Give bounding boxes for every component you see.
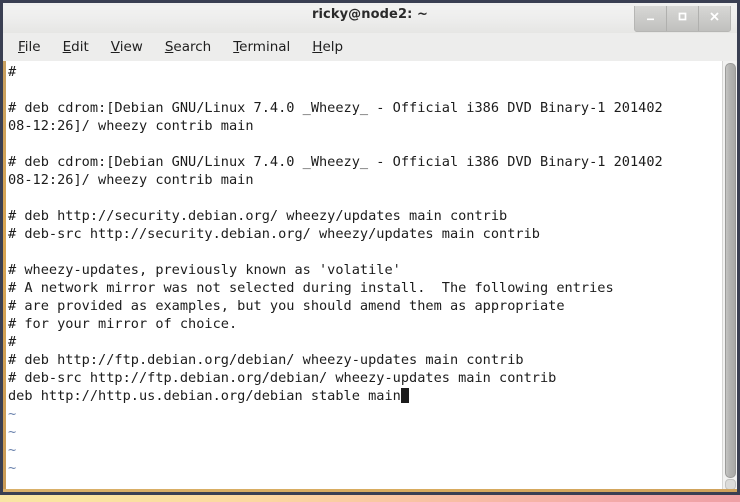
menu-item-help[interactable]: Help	[304, 37, 352, 57]
menu-label: dit	[71, 39, 89, 55]
close-button[interactable]	[699, 2, 730, 31]
terminal-line: # wheezy-updates, previously known as 'v…	[8, 262, 401, 278]
terminal-area: # # deb cdrom:[Debian GNU/Linux 7.4.0 _Wh…	[0, 61, 740, 495]
menu-bar: File Edit View Search Terminal Help	[0, 33, 740, 61]
menu-label: elp	[322, 39, 344, 55]
terminal-line: #	[8, 64, 17, 80]
maximize-icon	[678, 12, 687, 21]
terminal-line: # deb-src http://security.debian.org/ wh…	[8, 226, 540, 242]
terminal-line: # deb http://ftp.debian.org/debian/ whee…	[8, 352, 524, 368]
terminal-line: # deb-src http://ftp.debian.org/debian/ …	[8, 370, 557, 386]
terminal-line: 08-12:26]/ wheezy contrib main	[8, 172, 254, 188]
menu-mnemonic: E	[62, 39, 72, 55]
editor-empty-line-marker: ~	[8, 406, 17, 422]
terminal-left-edge	[3, 61, 6, 492]
menu-item-terminal[interactable]: Terminal	[225, 37, 299, 57]
terminal-line: # deb cdrom:[Debian GNU/Linux 7.4.0 _Whe…	[8, 154, 663, 170]
menu-mnemonic: V	[110, 39, 120, 55]
menu-item-search[interactable]: Search	[157, 37, 220, 57]
menu-label: iew	[119, 39, 143, 55]
terminal-screen[interactable]: # # deb cdrom:[Debian GNU/Linux 7.4.0 _Wh…	[3, 61, 722, 492]
terminal-line: # A network mirror was not selected duri…	[8, 280, 614, 296]
text-cursor	[400, 388, 409, 403]
minimize-button[interactable]	[635, 2, 667, 31]
terminal-window: ricky@node2: ~ File Edit View Search Ter…	[0, 0, 740, 495]
terminal-line: 08-12:26]/ wheezy contrib main	[8, 118, 254, 134]
terminal-scrollbar[interactable]	[722, 61, 737, 492]
menu-item-view[interactable]: View	[103, 37, 152, 57]
menu-mnemonic: F	[18, 39, 25, 55]
editor-empty-line-marker: ~	[8, 424, 17, 440]
terminal-bottom-edge	[3, 489, 737, 492]
window-controls	[634, 2, 731, 32]
terminal-line: # deb cdrom:[Debian GNU/Linux 7.4.0 _Whe…	[8, 100, 663, 116]
close-icon	[710, 12, 719, 21]
terminal-line: # are provided as examples, but you shou…	[8, 298, 565, 314]
terminal-line: # for your mirror of choice.	[8, 316, 238, 332]
menu-label: erminal	[239, 39, 291, 55]
menu-item-edit[interactable]: Edit	[55, 37, 98, 57]
menu-mnemonic: H	[312, 39, 323, 55]
scrollbar-thumb[interactable]	[725, 63, 736, 478]
editor-empty-line-marker: ~	[8, 460, 17, 476]
maximize-button[interactable]	[667, 2, 699, 31]
terminal-line: # deb http://security.debian.org/ wheezy…	[8, 208, 508, 224]
menu-item-file[interactable]: File	[10, 37, 50, 57]
terminal-line: #	[8, 334, 17, 350]
minimize-icon	[647, 18, 654, 21]
terminal-active-line: deb http://http.us.debian.org/debian sta…	[8, 387, 722, 405]
menu-label: earch	[173, 39, 212, 55]
editor-empty-line-marker: ~	[8, 442, 17, 458]
menu-label: ile	[24, 39, 41, 55]
terminal-line-text: deb http://http.us.debian.org/debian sta…	[8, 388, 401, 404]
window-title: ricky@node2: ~	[311, 7, 429, 22]
window-frame-top-inner	[3, 3, 737, 6]
